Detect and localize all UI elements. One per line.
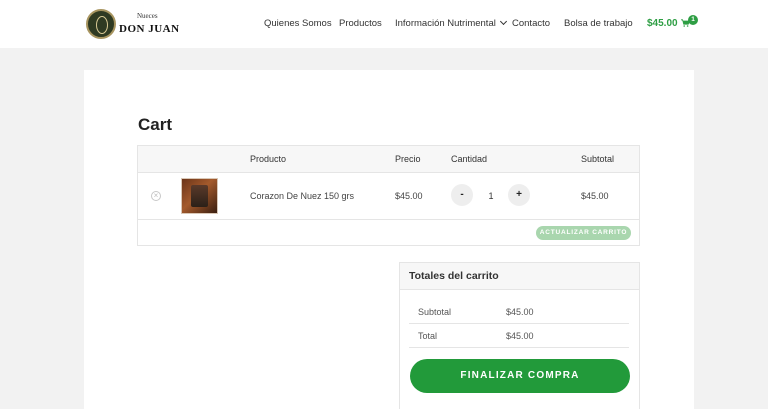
logo-title: DON JUAN <box>119 22 180 35</box>
header-precio: Precio <box>395 154 421 164</box>
header-cantidad: Cantidad <box>451 154 488 164</box>
product-price: $45.00 <box>395 191 423 201</box>
page-title: Cart <box>138 115 173 134</box>
cart-totals: Totales del carrito Subtotal $45.00 Tota… <box>399 262 640 409</box>
walnut-logo-icon <box>86 9 116 39</box>
cart-totals-title: Totales del carrito <box>400 263 639 290</box>
quantity-minus-button[interactable]: - <box>451 184 473 206</box>
nav-informacion-nutrimental[interactable]: Información Nutrimental <box>395 17 507 29</box>
nav-contacto[interactable]: Contacto <box>512 18 550 29</box>
logo-subtitle: Nueces <box>137 11 158 20</box>
totals-divider <box>409 347 629 348</box>
product-name[interactable]: Corazon De Nuez 150 grs <box>250 191 354 201</box>
cart-table: Producto Precio Cantidad Subtotal × Cora… <box>137 145 640 246</box>
product-subtotal: $45.00 <box>581 191 609 201</box>
header-subtotal: Subtotal <box>581 154 615 164</box>
site-header: Nueces DON JUAN Quienes Somos Productos … <box>0 0 768 48</box>
quantity-plus-button[interactable]: + <box>508 184 530 206</box>
update-cart-button[interactable]: ACTUALIZAR CARRITO <box>536 226 631 240</box>
header-producto: Producto <box>250 154 287 164</box>
subtotal-value: $45.00 <box>506 307 534 317</box>
table-header: Producto Precio Cantidad Subtotal <box>138 146 639 173</box>
header-cart-total[interactable]: $45.00 <box>647 18 678 29</box>
nav-productos[interactable]: Productos <box>339 18 382 29</box>
nav-bolsa-de-trabajo[interactable]: Bolsa de trabajo <box>564 18 633 29</box>
chevron-down-icon <box>499 17 507 26</box>
total-label: Total <box>418 331 438 341</box>
subtotal-label: Subtotal <box>418 307 452 317</box>
total-value: $45.00 <box>506 331 534 341</box>
nav-quienes-somos[interactable]: Quienes Somos <box>264 18 332 29</box>
remove-item-icon[interactable]: × <box>151 191 161 201</box>
row-divider <box>138 219 639 220</box>
logo[interactable]: Nueces DON JUAN <box>86 9 180 39</box>
checkout-button[interactable]: FINALIZAR COMPRA <box>410 359 630 393</box>
cart-count-badge: 1 <box>688 15 698 25</box>
quantity-value[interactable]: 1 <box>484 191 498 201</box>
nav-informacion-label: Información Nutrimental <box>395 18 496 29</box>
product-thumbnail[interactable] <box>181 178 218 214</box>
totals-divider <box>409 323 629 324</box>
